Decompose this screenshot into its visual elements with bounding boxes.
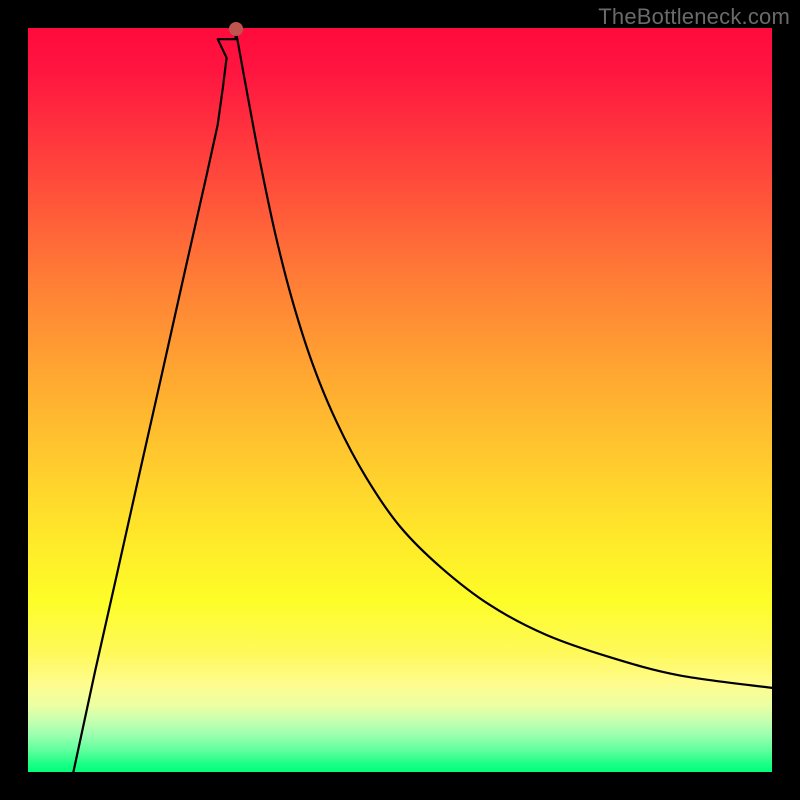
bottleneck-curve <box>73 30 772 773</box>
chart-frame <box>28 28 772 772</box>
watermark-text: TheBottleneck.com <box>598 4 790 30</box>
curve-svg <box>28 28 772 772</box>
minimum-dot <box>229 22 243 36</box>
